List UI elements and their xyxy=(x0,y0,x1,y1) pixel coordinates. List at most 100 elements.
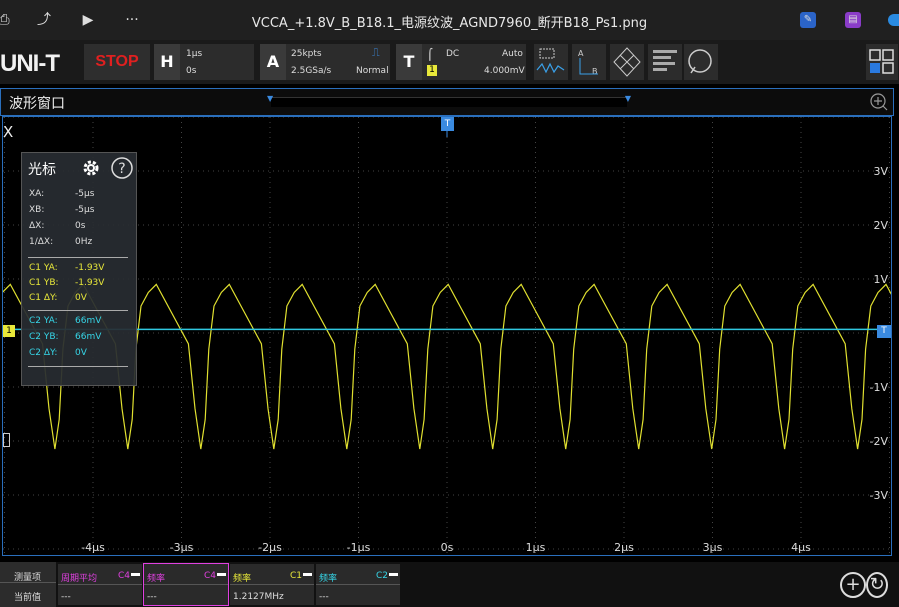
measure-divider xyxy=(316,584,400,585)
measure-channel: C4 xyxy=(203,571,216,581)
y-tick-label: -2V xyxy=(870,435,889,448)
y-tick-label: -1V xyxy=(870,381,889,394)
measure-divider xyxy=(144,584,228,585)
acquire-mode: Normal xyxy=(356,66,389,76)
cursor-row-label: C2 YA: xyxy=(29,316,58,326)
x-tick-label: 1μs xyxy=(526,541,546,554)
cursor-row-label: C2 ΔY: xyxy=(29,348,58,358)
x-tick-label: 2μs xyxy=(614,541,634,554)
help-icon[interactable]: ? xyxy=(110,156,134,180)
cursor-tool-button[interactable] xyxy=(534,44,568,80)
measure-value: --- xyxy=(147,592,157,602)
scroll-left-marker-icon: ▼ xyxy=(267,94,274,103)
scope-toolbar: UNI-T STOP H 1μs 0s A 25kpts 2.5GSa/s ⎍ … xyxy=(0,40,899,84)
measure-value: --- xyxy=(61,592,71,602)
cursor-row-value: 0Hz xyxy=(75,237,93,247)
cursor-row-label: 1/ΔX: xyxy=(29,237,54,247)
memory-depth: 25kpts xyxy=(291,49,322,59)
math-tool-button[interactable]: A B xyxy=(572,44,606,80)
cursor-row-value: 0s xyxy=(75,221,86,231)
gear-icon[interactable] xyxy=(80,157,102,179)
ref-marker xyxy=(3,433,10,447)
measure-cell[interactable]: 频率 C4 --- xyxy=(143,563,229,606)
measure-name: 频率 xyxy=(319,574,338,584)
cursor-row-label: XB: xyxy=(29,205,45,215)
cursor-row: C1 YB: -1.93V xyxy=(29,278,104,288)
trigger-letter: T xyxy=(396,44,422,80)
search-tool-button[interactable] xyxy=(684,44,718,80)
x-tick-label: 3μs xyxy=(703,541,723,554)
trigger-position-marker[interactable]: T xyxy=(441,117,454,131)
ch1-offset-marker[interactable]: 1 xyxy=(3,325,15,337)
measure-cell[interactable]: 周期平均 C4 --- xyxy=(58,564,142,605)
plus-icon: + xyxy=(845,574,861,595)
cursor-panel: 光标 ? XA: -5μs XB: -5μs ΔX: 0s 1/ΔX: 0Hz C1 YA: -1… xyxy=(21,152,137,386)
measure-divider xyxy=(58,584,142,585)
cloud-icon[interactable] xyxy=(888,14,899,26)
waveform-window-header: 波形窗口 ▼ ▼ xyxy=(0,88,894,116)
svg-text:B: B xyxy=(592,67,598,76)
horizontal-button[interactable]: H 1μs 0s xyxy=(154,44,254,80)
cursor-row: C2 YB: 66mV xyxy=(29,332,101,342)
x-tick-label: -4μs xyxy=(81,541,105,554)
measure-channel: C2 xyxy=(375,571,388,581)
x-tick-label: -3μs xyxy=(170,541,194,554)
refresh-button[interactable]: ↻ xyxy=(866,572,888,598)
cursor-row-label: C2 YB: xyxy=(29,332,59,342)
acquire-button[interactable]: A 25kpts 2.5GSa/s ⎍ Normal xyxy=(260,44,390,80)
brand-logo: UNI-T xyxy=(0,50,60,77)
ab-cursor-icon: A B xyxy=(578,49,598,76)
y-tick-label: 2V xyxy=(873,219,888,232)
cursor-row-value: -1.93V xyxy=(75,263,105,273)
measure-name: 频率 xyxy=(233,574,252,584)
trigger-level-marker[interactable]: T xyxy=(877,325,891,338)
x-tick-label: -2μs xyxy=(258,541,282,554)
run-stop-button[interactable]: STOP xyxy=(84,44,150,80)
refresh-icon: ↻ xyxy=(869,574,885,595)
measure-header: 测量项 当前值 xyxy=(0,562,56,607)
cursor-row-label: ΔX: xyxy=(29,221,45,231)
time-offset: 0s xyxy=(186,66,197,76)
window-title: VCCA_+1.8V_B_B18.1_电源纹波_AGND7960_断开B18_P… xyxy=(251,16,648,31)
x-tick-label: 4μs xyxy=(791,541,811,554)
x-cursor-label: X xyxy=(3,123,14,141)
cursor-separator xyxy=(28,310,128,311)
y-tick-label: -3V xyxy=(870,489,889,502)
edit-icon[interactable]: ✎ xyxy=(800,12,816,28)
scroll-right-marker-icon: ▼ xyxy=(624,94,631,103)
trigger-button[interactable]: T ⌠ DC Auto 1 4.000mV xyxy=(396,44,526,80)
mask-tool-button[interactable] xyxy=(610,44,644,80)
cursor-row: XB: -5μs xyxy=(29,205,94,215)
zoom-in-icon[interactable] xyxy=(869,92,889,112)
cursor-row-value: 66mV xyxy=(75,316,102,326)
acquire-letter: A xyxy=(260,44,286,80)
x-tick-label: -1μs xyxy=(347,541,371,554)
time-scale: 1μs xyxy=(186,49,203,59)
cursor-row: XA: -5μs xyxy=(29,189,94,199)
channel-swatch xyxy=(303,573,312,576)
clipchamp-icon[interactable]: ▤ xyxy=(845,12,861,28)
add-measure-button[interactable]: + xyxy=(840,572,866,598)
cursor-row-label: C1 ΔY: xyxy=(29,293,58,303)
y-tick-label: 3V xyxy=(873,165,888,178)
measure-cell[interactable]: 频率 C2 --- xyxy=(316,564,400,605)
cursor-row-value: -1.93V xyxy=(75,278,105,288)
zoom-icon xyxy=(688,49,712,74)
trigger-source: 1 xyxy=(427,65,437,76)
grid-layout-icon xyxy=(869,49,894,74)
channel-swatch xyxy=(389,573,398,576)
measure-channel: C4 xyxy=(117,571,130,581)
layout-button[interactable] xyxy=(866,44,898,80)
channel-swatch xyxy=(217,573,226,576)
cursor-measure-icon xyxy=(536,48,565,74)
cursor-row: C1 YA: -1.93V xyxy=(29,263,104,273)
measure-value: --- xyxy=(319,592,329,602)
measure-tool-button[interactable] xyxy=(648,44,682,80)
cursor-row: 1/ΔX: 0Hz xyxy=(29,237,92,247)
current-value-label: 当前值 xyxy=(14,593,42,603)
timebase-scrollbar[interactable]: ▼ ▼ xyxy=(267,94,631,107)
measure-cell[interactable]: 频率 C1 1.2127MHz xyxy=(230,564,314,605)
sample-rate: 2.5GSa/s xyxy=(291,66,332,76)
svg-text:?: ? xyxy=(118,161,125,177)
trigger-level: 4.000mV xyxy=(484,66,525,76)
